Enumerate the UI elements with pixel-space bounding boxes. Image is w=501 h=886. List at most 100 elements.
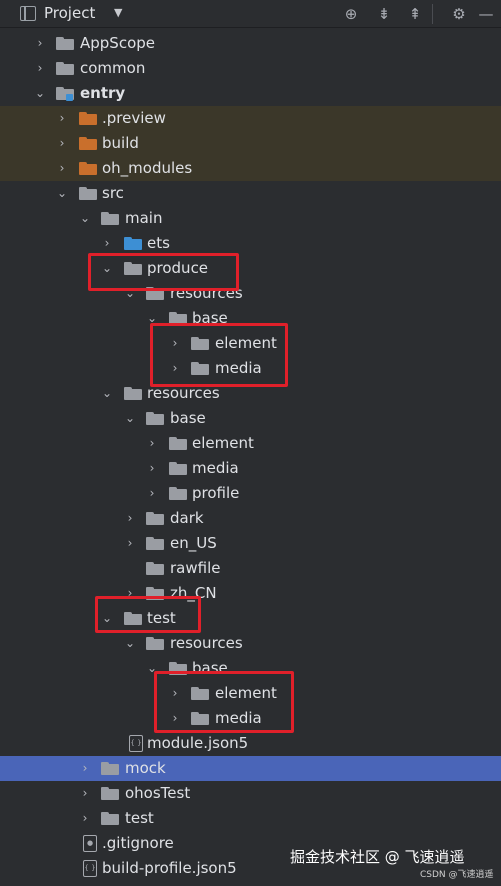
chevron-right-icon[interactable]: ›	[79, 810, 91, 826]
json-file-icon	[83, 860, 97, 877]
tree-item-label: module.json5	[147, 734, 249, 752]
highlight-box-test-base	[154, 671, 294, 733]
tree-item-mock[interactable]: › mock	[0, 756, 501, 781]
gitignore-file-icon	[83, 835, 97, 852]
tree-item-label: entry	[80, 84, 126, 102]
tree-item-main-media[interactable]: › media	[0, 456, 501, 481]
tree-item-en-us[interactable]: › en_US	[0, 531, 501, 556]
highlight-box-produce	[88, 253, 239, 291]
folder-icon	[146, 637, 164, 650]
collapse-all-icon[interactable]: ⇟	[374, 4, 394, 24]
chevron-down-icon[interactable]: ⌄	[56, 185, 68, 201]
tree-item-dark[interactable]: › dark	[0, 506, 501, 531]
chevron-down-icon[interactable]: ⌄	[79, 210, 91, 226]
chevron-right-icon[interactable]: ›	[56, 135, 68, 151]
settings-icon[interactable]: ⚙	[449, 4, 469, 24]
tree-item-label: media	[192, 459, 239, 477]
tree-item-label: element	[192, 434, 254, 452]
tree-item-entry[interactable]: ⌄ entry	[0, 81, 501, 106]
tree-item-label: main	[125, 209, 163, 227]
tree-item-oh-modules[interactable]: › oh_modules	[0, 156, 501, 181]
tree-item-produce-resources[interactable]: ⌄ resources	[0, 281, 501, 306]
excluded-folder-icon	[79, 112, 97, 125]
tree-item-main-element[interactable]: › element	[0, 431, 501, 456]
tree-item-appscope[interactable]: › AppScope	[0, 31, 501, 56]
tree-item-label: profile	[192, 484, 240, 502]
tree-item-label: build	[102, 134, 139, 152]
folder-icon	[101, 762, 119, 775]
chevron-down-icon[interactable]: ⌄	[34, 85, 46, 101]
chevron-right-icon[interactable]: ›	[79, 785, 91, 801]
tree-item-main-base[interactable]: ⌄ base	[0, 406, 501, 431]
tree-item-label: ets	[147, 234, 170, 252]
tree-item-label: resources	[170, 634, 243, 652]
chevron-down-icon[interactable]: ⌄	[124, 635, 136, 651]
excluded-folder-icon	[79, 137, 97, 150]
tree-item-label: ohosTest	[125, 784, 191, 802]
tree-item-label: test	[125, 809, 154, 827]
folder-icon	[146, 562, 164, 575]
tree-item-test-resources[interactable]: ⌄ resources	[0, 631, 501, 656]
chevron-right-icon[interactable]: ›	[124, 510, 136, 526]
tree-item-label: mock	[125, 759, 166, 777]
tree-item-label: common	[80, 59, 146, 77]
chevron-right-icon[interactable]: ›	[56, 110, 68, 126]
tree-item-ets[interactable]: › ets	[0, 231, 501, 256]
tree-item-label: AppScope	[80, 34, 155, 52]
folder-icon	[169, 462, 187, 475]
tree-item-label: rawfile	[170, 559, 221, 577]
tree-item-src[interactable]: ⌄ src	[0, 181, 501, 206]
tree-item-produce[interactable]: ⌄ produce	[0, 256, 501, 281]
folder-icon	[146, 412, 164, 425]
folder-icon	[169, 487, 187, 500]
chevron-right-icon[interactable]: ›	[101, 235, 113, 251]
tree-item-label: .gitignore	[102, 834, 174, 852]
minimize-icon[interactable]: —	[476, 4, 496, 24]
project-view-title[interactable]: Project	[44, 4, 95, 22]
chevron-right-icon[interactable]: ›	[146, 435, 158, 451]
chevron-right-icon[interactable]: ›	[34, 60, 46, 76]
tree-item-label: en_US	[170, 534, 217, 552]
chevron-right-icon[interactable]: ›	[124, 535, 136, 551]
folder-icon	[101, 787, 119, 800]
folder-icon	[146, 537, 164, 550]
tree-item-src-test[interactable]: › test	[0, 806, 501, 831]
tree-item-label: base	[170, 409, 206, 427]
chevron-right-icon[interactable]: ›	[146, 460, 158, 476]
folder-icon	[79, 187, 97, 200]
tree-item-module-json5[interactable]: module.json5	[0, 731, 501, 756]
folder-icon	[124, 387, 142, 400]
watermark-small: CSDN @飞速逍遥	[420, 870, 494, 880]
chevron-down-icon[interactable]: ▼	[114, 6, 122, 19]
project-icon	[20, 6, 36, 21]
module-folder-icon	[56, 87, 74, 101]
tree-item-label: dark	[170, 509, 204, 527]
tree-item-ohostest[interactable]: › ohosTest	[0, 781, 501, 806]
folder-icon	[56, 62, 74, 75]
target-icon[interactable]: ⊕	[341, 4, 361, 24]
header-divider	[432, 4, 433, 24]
tree-item-common[interactable]: › common	[0, 56, 501, 81]
tree-item-main[interactable]: ⌄ main	[0, 206, 501, 231]
tree-item-preview[interactable]: › .preview	[0, 106, 501, 131]
expand-all-icon[interactable]: ⇞	[405, 4, 425, 24]
highlight-box-test	[95, 596, 201, 633]
tree-item-zh-cn[interactable]: › zh_CN	[0, 581, 501, 606]
tree-item-rawfile[interactable]: rawfile	[0, 556, 501, 581]
highlight-box-produce-base	[150, 323, 288, 387]
tree-item-test[interactable]: ⌄ test	[0, 606, 501, 631]
chevron-right-icon[interactable]: ›	[79, 760, 91, 776]
folder-icon	[101, 812, 119, 825]
chevron-down-icon[interactable]: ⌄	[101, 385, 113, 401]
source-folder-icon	[124, 237, 142, 250]
chevron-right-icon[interactable]: ›	[34, 35, 46, 51]
chevron-right-icon[interactable]: ›	[56, 160, 68, 176]
chevron-right-icon[interactable]: ›	[146, 485, 158, 501]
project-tool-window-header: Project ▼ ⊕ ⇟ ⇞ ⚙ —	[0, 0, 501, 28]
folder-icon	[146, 512, 164, 525]
tree-item-main-profile[interactable]: › profile	[0, 481, 501, 506]
tree-item-label: .preview	[102, 109, 166, 127]
folder-icon	[101, 212, 119, 225]
chevron-down-icon[interactable]: ⌄	[124, 410, 136, 426]
tree-item-build[interactable]: › build	[0, 131, 501, 156]
